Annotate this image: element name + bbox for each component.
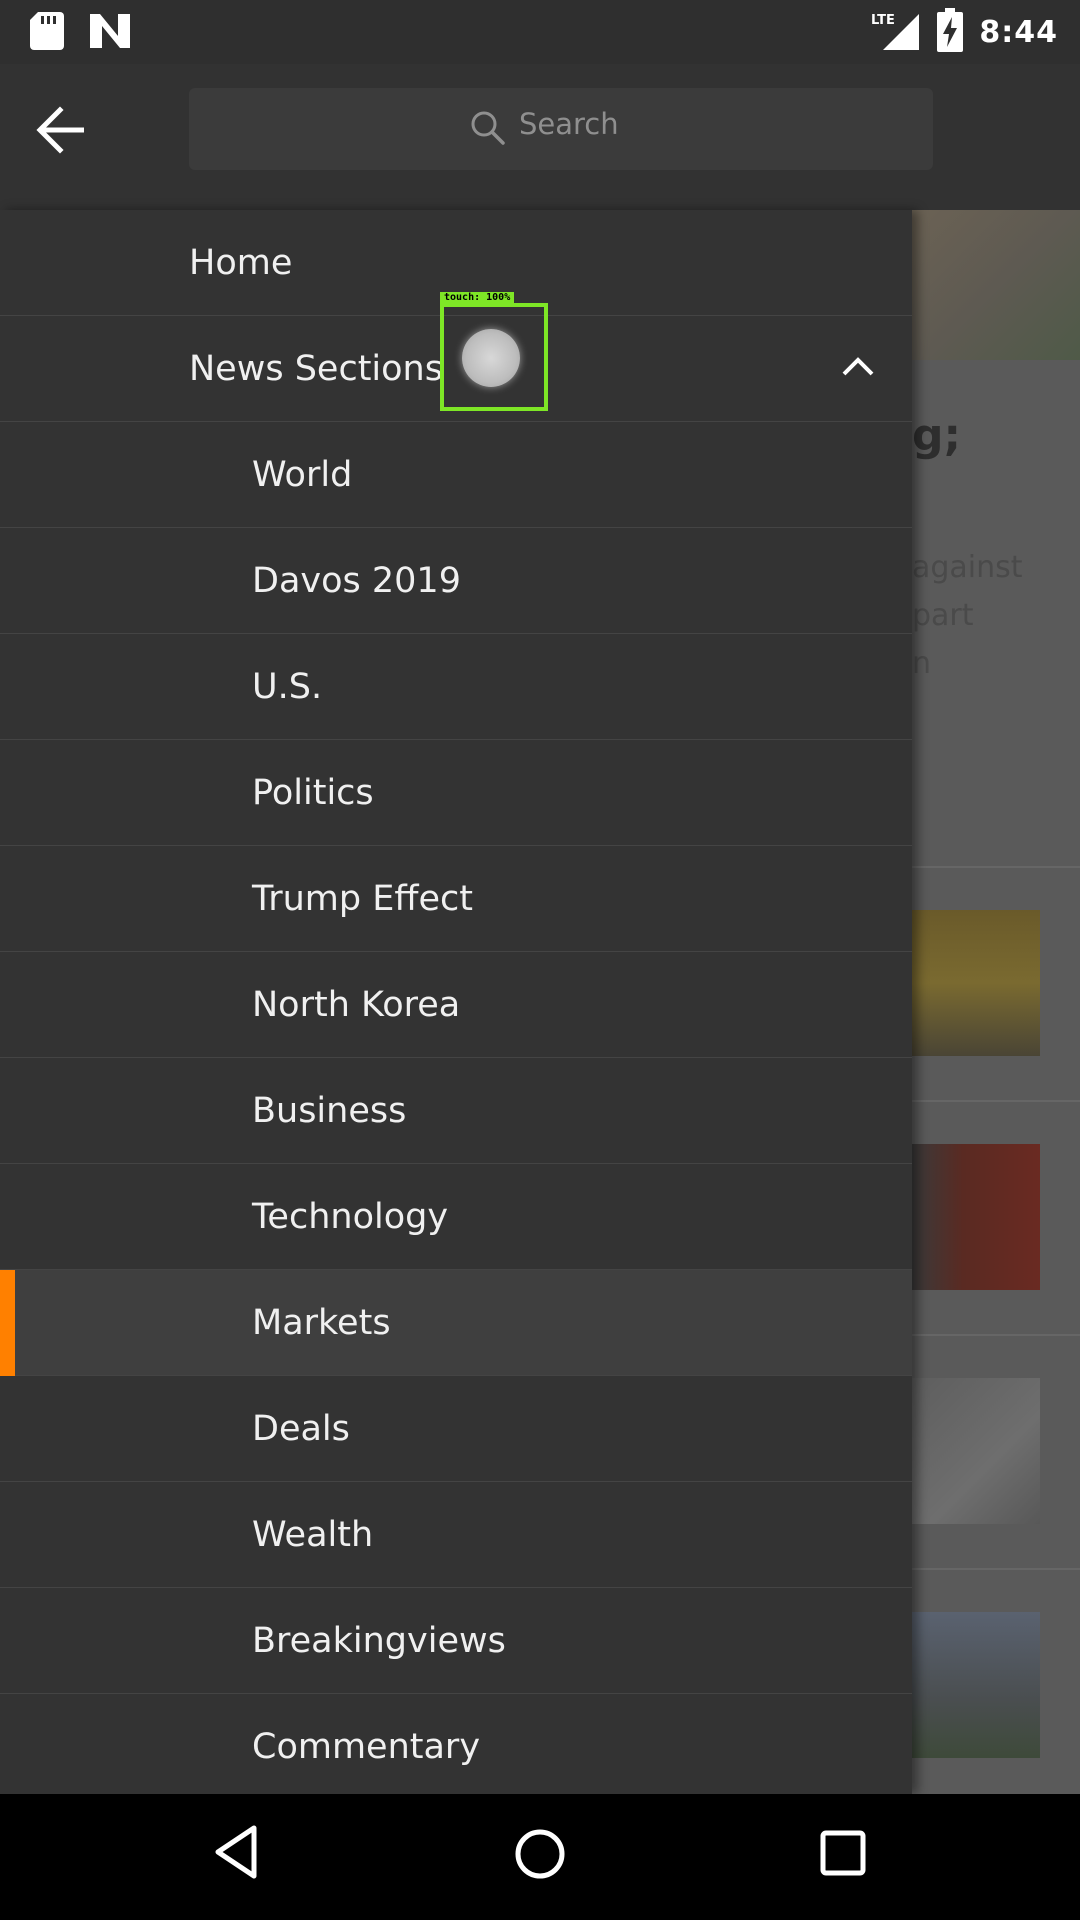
drawer-item-label: Home xyxy=(189,242,293,283)
navigation-drawer: Home News Sections World Davos 2019 U.S.… xyxy=(0,210,912,1794)
recents-square-icon[interactable] xyxy=(820,1830,866,1880)
drawer-item-label: North Korea xyxy=(252,984,461,1025)
sd-card-icon xyxy=(30,12,64,54)
drawer-item-world[interactable]: World xyxy=(0,422,912,528)
drawer-item-label: Technology xyxy=(252,1196,449,1237)
article-headline-fragment: g; xyxy=(912,410,962,461)
back-button[interactable] xyxy=(36,106,106,170)
divider xyxy=(912,1568,1080,1570)
drawer-item-technology[interactable]: Technology xyxy=(0,1164,912,1270)
drawer-item-commentary[interactable]: Commentary xyxy=(0,1694,912,1799)
touch-indicator-label: touch: 100% xyxy=(440,292,515,303)
divider xyxy=(912,866,1080,868)
search-icon xyxy=(470,110,506,150)
drawer-item-wealth[interactable]: Wealth xyxy=(0,1482,912,1588)
drawer-item-trump-effect[interactable]: Trump Effect xyxy=(0,846,912,952)
drawer-item-politics[interactable]: Politics xyxy=(0,740,912,846)
drawer-item-label: Davos 2019 xyxy=(252,560,461,601)
drawer-item-davos-2019[interactable]: Davos 2019 xyxy=(0,528,912,634)
svg-text:LTE: LTE xyxy=(871,13,895,28)
divider xyxy=(912,1100,1080,1102)
drawer-item-label: U.S. xyxy=(252,666,323,707)
lte-signal-icon: LTE xyxy=(871,10,921,54)
status-bar: LTE 8:44 xyxy=(0,0,1080,64)
drawer-item-us[interactable]: U.S. xyxy=(0,634,912,740)
drawer-item-label: World xyxy=(252,454,353,495)
drawer-item-breakingviews[interactable]: Breakingviews xyxy=(0,1588,912,1694)
battery-charging-icon xyxy=(937,8,964,56)
drawer-item-label: Markets xyxy=(252,1302,391,1343)
article-thumbnail xyxy=(912,1612,1040,1758)
article-thumbnail xyxy=(912,210,1080,360)
drawer-item-business[interactable]: Business xyxy=(0,1058,912,1164)
article-thumbnail xyxy=(912,910,1040,1056)
back-triangle-icon[interactable] xyxy=(212,1824,260,1884)
status-time: 8:44 xyxy=(979,14,1058,50)
drawer-item-north-korea[interactable]: North Korea xyxy=(0,952,912,1058)
article-body-fragment: against xyxy=(912,550,1023,585)
article-body-fragment: part xyxy=(912,598,974,633)
home-circle-icon[interactable] xyxy=(514,1828,566,1884)
app-bar: Search xyxy=(0,64,1080,210)
drawer-item-label: Breakingviews xyxy=(252,1620,506,1661)
system-nav-bar xyxy=(0,1794,1080,1920)
search-placeholder: Search xyxy=(519,107,619,141)
drawer-item-label: Deals xyxy=(252,1408,350,1449)
drawer-item-label: Politics xyxy=(252,772,374,813)
article-body-fragment: n xyxy=(912,646,932,681)
touch-point xyxy=(462,329,520,387)
article-thumbnail xyxy=(912,1144,1040,1290)
selected-indicator xyxy=(0,1270,15,1376)
drawer-item-label: Wealth xyxy=(252,1514,374,1555)
drawer-item-label: Trump Effect xyxy=(252,878,473,919)
arrow-left-icon xyxy=(36,106,84,154)
chevron-up-icon[interactable] xyxy=(838,346,878,390)
drawer-item-label: Business xyxy=(252,1090,407,1131)
drawer-item-label: News Sections xyxy=(189,348,443,389)
n-logo-icon xyxy=(90,14,130,52)
drawer-item-label: Commentary xyxy=(252,1726,481,1767)
drawer-item-deals[interactable]: Deals xyxy=(0,1376,912,1482)
background-article-list: g; against part n xyxy=(912,210,1080,1794)
drawer-item-markets[interactable]: Markets xyxy=(0,1270,912,1376)
article-thumbnail xyxy=(912,1378,1040,1524)
divider xyxy=(912,1334,1080,1336)
search-input[interactable]: Search xyxy=(189,88,933,170)
